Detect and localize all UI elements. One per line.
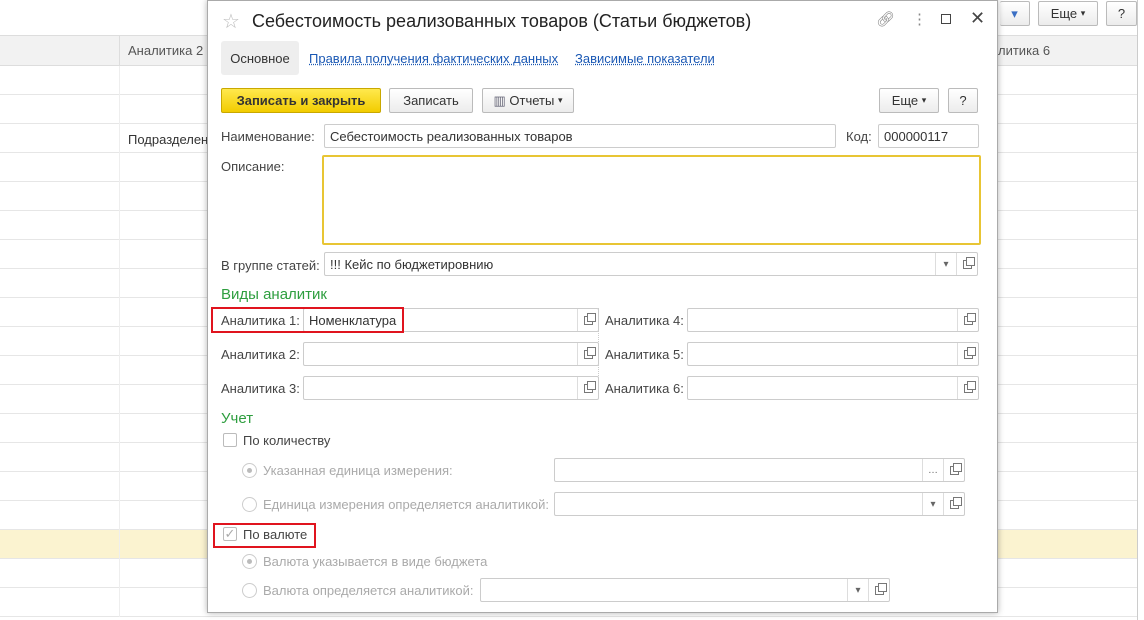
analytics-5-input[interactable] (687, 342, 979, 366)
analytics-4-input[interactable] (687, 308, 979, 332)
open-icon[interactable] (957, 309, 978, 331)
open-icon[interactable] (868, 579, 889, 601)
analytics-label: Аналитика 4: (605, 313, 684, 328)
analytics-label: Аналитика 6: (605, 381, 684, 396)
dropdown-icon[interactable]: ▾ (922, 493, 943, 515)
analytics-6-input[interactable] (687, 376, 979, 400)
unit-by-analytics-label: Единица измерения определяется аналитико… (263, 497, 550, 512)
dropdown-icon[interactable]: ▾ (847, 579, 868, 601)
reports-icon: ▥ (493, 92, 506, 108)
analytics-label: Аналитика 2: (221, 347, 300, 362)
by-quantity-label: По количеству (243, 433, 331, 448)
unit-specified-label: Указанная единица измерения: (263, 463, 453, 478)
unit-analytics-select[interactable]: ▾ (554, 492, 965, 516)
tab-dependent-indicators[interactable]: Зависимые показатели (575, 51, 715, 66)
tab-main[interactable]: Основное (221, 41, 299, 75)
save-and-close-button[interactable]: Записать и закрыть (221, 88, 381, 113)
column-header[interactable]: литика 6 (998, 43, 1050, 58)
link-icon[interactable]: 🔗︎ (876, 10, 895, 28)
analytics-2-input[interactable] (303, 342, 599, 366)
group-label: В группе статей: (221, 258, 320, 273)
currency-by-analytics-radio[interactable] (242, 583, 257, 598)
currency-analytics-select[interactable]: ▾ (480, 578, 890, 602)
by-quantity-checkbox[interactable] (223, 433, 237, 447)
group-select[interactable]: !!! Кейс по бюджетировнию ▾ (324, 252, 978, 276)
name-input[interactable]: Себестоимость реализованных товаров (324, 124, 836, 148)
dialog-window: ☆ Себестоимость реализованных товаров (С… (207, 0, 998, 613)
accounting-section-title: Учет (221, 410, 254, 427)
more-button[interactable]: Еще ▾ (1038, 1, 1098, 26)
open-icon[interactable] (943, 493, 964, 515)
currency-in-budget-radio[interactable] (242, 554, 257, 569)
dialog-title: Себестоимость реализованных товаров (Ста… (252, 11, 752, 31)
open-icon[interactable] (577, 309, 598, 331)
menu-dots-icon[interactable]: ⋮ (912, 10, 927, 28)
name-label: Наименование: (221, 129, 315, 144)
save-button[interactable]: Записать (389, 88, 473, 113)
analytics-section-title: Виды аналитик (221, 286, 327, 303)
open-icon[interactable] (577, 377, 598, 399)
open-icon[interactable] (943, 459, 964, 481)
list-cell: Подразделен (128, 132, 209, 147)
code-input[interactable]: 000000117 (878, 124, 979, 148)
open-icon[interactable] (957, 377, 978, 399)
currency-by-analytics-label: Валюта определяется аналитикой: (263, 583, 474, 598)
column-header[interactable]: Аналитика 2 (128, 43, 203, 58)
maximize-icon[interactable] (941, 14, 951, 24)
star-icon[interactable]: ☆ (222, 9, 240, 34)
highlight-box (213, 523, 316, 548)
open-icon[interactable] (577, 343, 598, 365)
code-label: Код: (846, 129, 872, 144)
unit-by-analytics-radio[interactable] (242, 497, 257, 512)
scrollbar[interactable] (1137, 0, 1144, 620)
help-button[interactable]: ? (1106, 1, 1137, 26)
open-icon[interactable] (956, 253, 977, 275)
close-icon[interactable]: ✕ (970, 8, 985, 29)
dropdown-icon[interactable]: ▾ (935, 253, 956, 275)
reports-button[interactable]: ▥ Отчеты ▾ (482, 88, 574, 113)
select-icon[interactable]: … (922, 459, 943, 481)
tab-actual-data-rules[interactable]: Правила получения фактических данных (309, 51, 558, 66)
analytics-label: Аналитика 5: (605, 347, 684, 362)
search-button[interactable]: ▾ (1000, 1, 1030, 26)
unit-input[interactable]: … (554, 458, 965, 482)
description-input[interactable] (322, 155, 981, 245)
description-label: Описание: (221, 159, 285, 174)
help-button[interactable]: ? (948, 88, 978, 113)
more-button[interactable]: Еще ▾ (879, 88, 939, 113)
open-icon[interactable] (957, 343, 978, 365)
analytics-label: Аналитика 3: (221, 381, 300, 396)
highlight-box (211, 307, 404, 333)
currency-in-budget-label: Валюта указывается в виде бюджета (263, 554, 488, 569)
analytics-3-input[interactable] (303, 376, 599, 400)
unit-specified-radio[interactable] (242, 463, 257, 478)
